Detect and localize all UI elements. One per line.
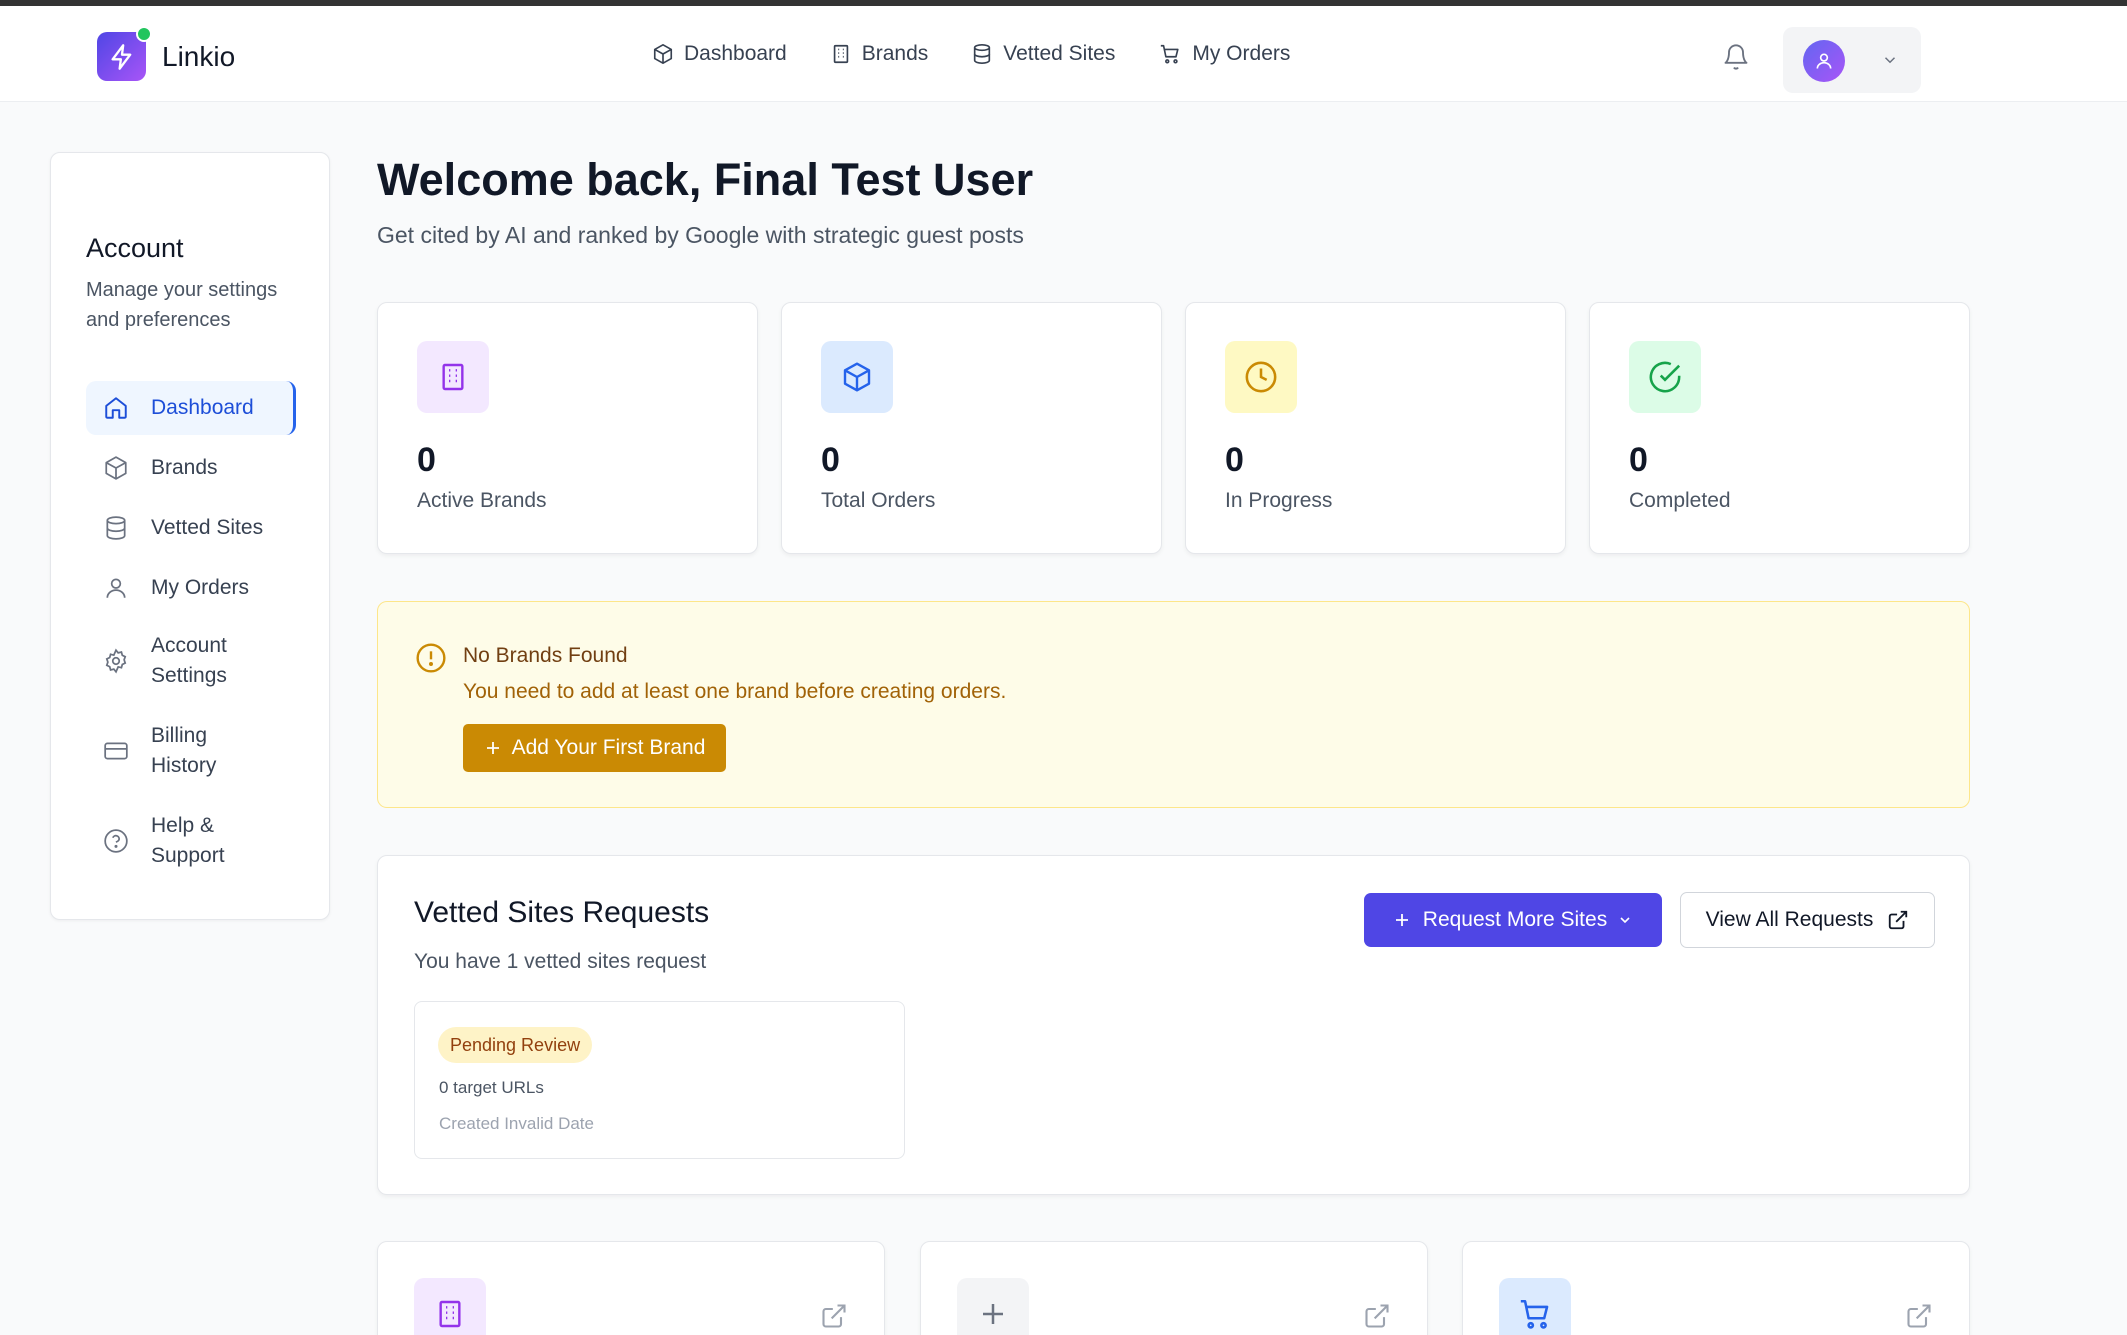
alert-message: You need to add at least one brand befor… [463,680,1007,703]
quick-action-orders[interactable] [1462,1241,1970,1335]
chevron-down-icon [1881,51,1899,69]
sidebar-item-help-support[interactable]: Help & Support [86,801,296,881]
topnav-my-orders[interactable]: My Orders [1158,42,1290,66]
lightning-logo-icon [97,26,152,81]
alert-circle-icon [415,642,447,674]
plus-icon [484,739,502,757]
sidebar-item-label: Brands [151,456,218,479]
sidebar-title: Account [86,233,184,263]
stat-value: 0 [1225,441,1244,479]
sidebar-subtitle: Manage your settings and preferences [86,279,278,331]
stat-label: Total Orders [821,489,936,512]
building-icon [417,341,489,413]
topnav-brands[interactable]: Brands [830,42,929,66]
stat-value: 0 [821,441,840,479]
vetted-request-card[interactable]: Pending Review 0 target URLs Created Inv… [414,1001,905,1159]
no-brands-alert: No Brands Found You need to add at least… [377,601,1970,808]
topnav-label: My Orders [1192,42,1291,65]
logo[interactable]: Linkio [97,26,236,81]
sidebar-item-label: Dashboard [151,396,254,419]
section-subtitle: You have 1 vetted sites request [414,950,707,973]
online-status-dot [136,26,152,42]
user-icon [103,575,129,601]
bell-icon[interactable] [1722,42,1750,72]
top-navigation: Dashboard Brands Vetted Sites My Orders [652,42,1333,66]
gear-icon [103,648,129,674]
topnav-label: Vetted Sites [1003,42,1116,65]
external-link-icon [1905,1302,1933,1330]
plus-icon [957,1278,1029,1335]
check-circle-icon [1629,341,1701,413]
button-label: View All Requests [1705,908,1874,931]
created-date: Created Invalid Date [439,1114,594,1133]
sidebar-item-label: Help & Support [151,814,225,867]
status-badge: Pending Review [438,1027,593,1063]
sidebar-item-label: Account Settings [151,634,227,687]
stat-value: 0 [417,441,436,479]
vetted-sites-requests-card: Vetted Sites Requests You have 1 vetted … [377,855,1970,1195]
stat-card-completed: 0 Completed [1589,302,1970,554]
sidebar-item-vetted-sites[interactable]: Vetted Sites [86,501,296,555]
quick-action-brands[interactable] [377,1241,885,1335]
database-icon [103,515,129,541]
alert-title: No Brands Found [463,644,628,667]
quick-action-new[interactable] [920,1241,1428,1335]
user-menu[interactable] [1783,27,1921,93]
sidebar-item-label: My Orders [151,576,250,599]
stat-value: 0 [1629,441,1648,479]
topnav-dashboard[interactable]: Dashboard [652,42,787,66]
external-link-icon [820,1302,848,1330]
sidebar-item-dashboard[interactable]: Dashboard [86,381,296,435]
stat-label: Completed [1629,489,1731,512]
target-urls-count: 0 target URLs [439,1078,544,1097]
cube-icon [821,341,893,413]
sidebar-item-label: Vetted Sites [151,516,264,539]
topnav-label: Dashboard [684,42,787,65]
external-link-icon [1363,1302,1391,1330]
topnav-label: Brands [861,42,929,65]
top-header: Linkio Dashboard Brands Vetted Sites My … [0,6,2127,102]
building-icon [830,43,852,65]
building-icon [414,1278,486,1335]
stat-label: In Progress [1225,489,1333,512]
help-circle-icon [103,828,129,854]
sidebar-item-brands[interactable]: Brands [86,441,296,495]
topnav-vetted-sites[interactable]: Vetted Sites [971,42,1115,66]
stat-label: Active Brands [417,489,547,512]
request-more-sites-button[interactable]: Request More Sites [1364,893,1662,947]
avatar [1803,40,1845,82]
stat-card-active-brands: 0 Active Brands [377,302,758,554]
sidebar-item-label: Billing History [151,724,217,777]
credit-card-icon [103,738,129,764]
chevron-down-icon [1617,912,1633,928]
view-all-requests-button[interactable]: View All Requests [1680,892,1935,948]
button-label: Request More Sites [1422,908,1608,931]
section-title: Vetted Sites Requests [414,896,710,929]
button-label: Add Your First Brand [511,736,706,759]
cart-icon [1499,1278,1571,1335]
account-sidebar: Account Manage your settings and prefere… [50,152,330,920]
plus-icon [1393,911,1411,929]
page-title: Welcome back, Final Test User [377,154,1034,205]
database-icon [971,43,993,65]
add-first-brand-button[interactable]: Add Your First Brand [463,724,726,772]
sidebar-item-billing-history[interactable]: Billing History [86,711,296,791]
sidebar-item-my-orders[interactable]: My Orders [86,561,296,615]
cube-icon [652,43,674,65]
cart-icon [1158,43,1182,65]
stat-card-total-orders: 0 Total Orders [781,302,1162,554]
external-link-icon [1887,909,1909,931]
sidebar-item-account-settings[interactable]: Account Settings [86,621,296,701]
clock-icon [1225,341,1297,413]
stat-card-in-progress: 0 In Progress [1185,302,1566,554]
page-subtitle: Get cited by AI and ranked by Google wit… [377,222,1024,248]
home-icon [103,395,129,421]
app-name: Linkio [162,40,236,72]
cube-icon [103,455,129,481]
